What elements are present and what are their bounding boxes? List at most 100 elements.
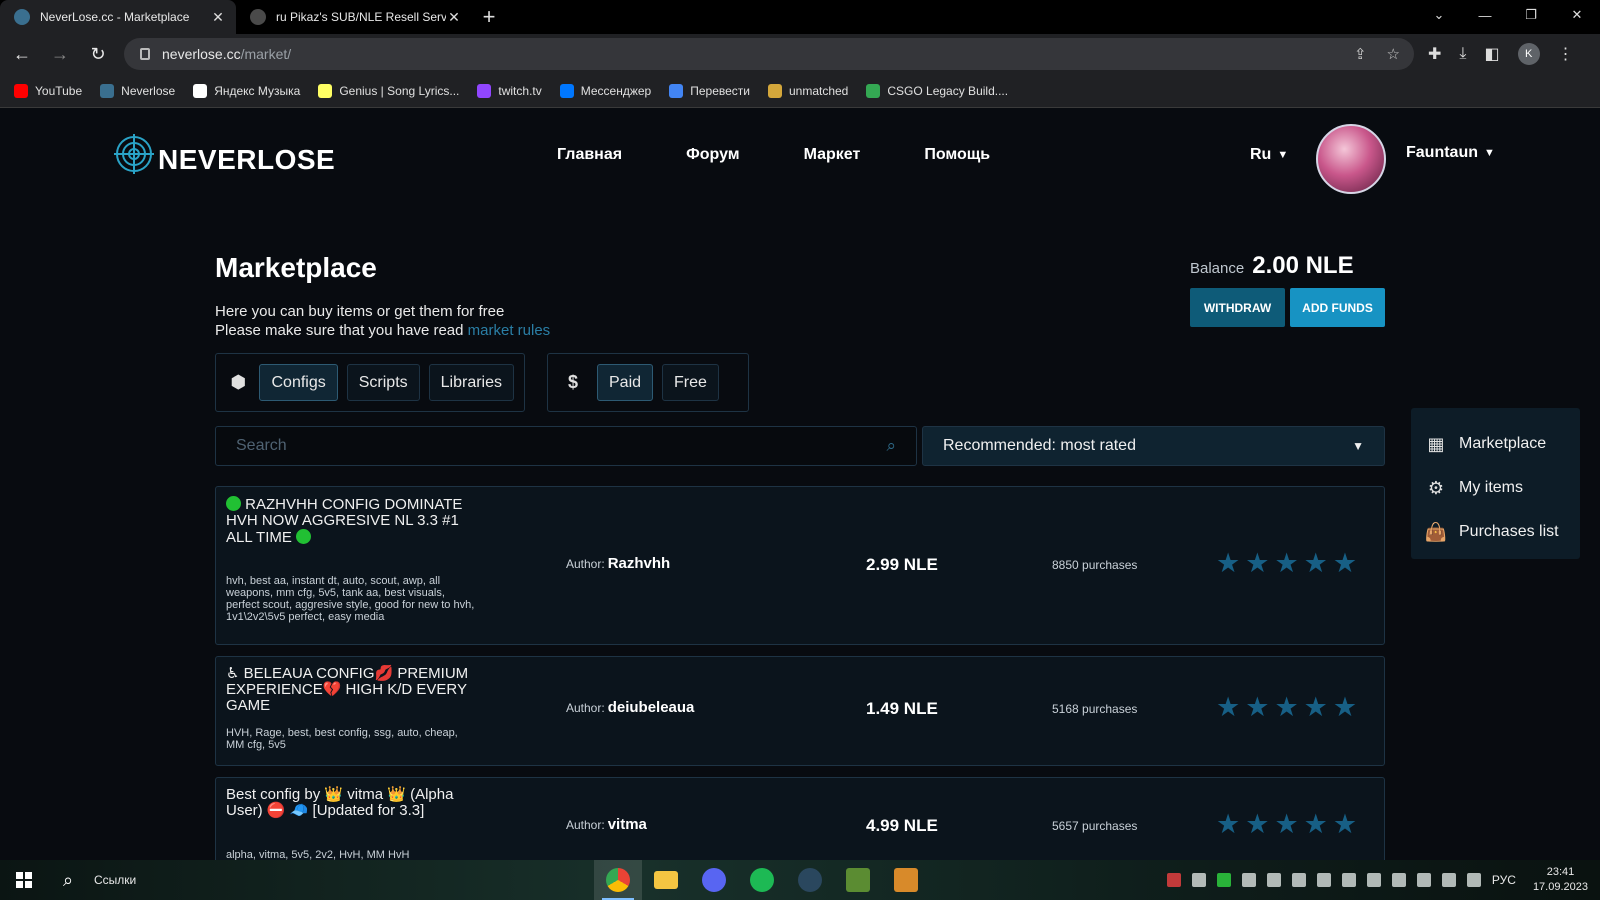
item-price: 2.99 NLE bbox=[866, 555, 938, 574]
nav-forum[interactable]: Форум bbox=[686, 146, 740, 164]
taskbar-steam[interactable] bbox=[786, 860, 834, 900]
add-funds-button[interactable]: ADD FUNDS bbox=[1290, 288, 1385, 327]
tray-app-icon[interactable] bbox=[1166, 873, 1181, 887]
minimize-icon[interactable]: — bbox=[1462, 0, 1508, 30]
start-button[interactable] bbox=[0, 860, 48, 900]
back-icon[interactable]: ← bbox=[6, 38, 38, 70]
tray-battery-icon[interactable] bbox=[1216, 873, 1231, 887]
user-menu[interactable]: Fauntaun ▼ bbox=[1406, 144, 1495, 162]
taskbar-search-label[interactable]: Ссылки bbox=[94, 873, 594, 887]
discord-icon bbox=[702, 868, 726, 892]
author-name[interactable]: deiubeleaua bbox=[608, 699, 695, 716]
bookmark-twitch[interactable]: twitch.tv bbox=[477, 83, 542, 98]
browser-tab[interactable]: ru Pikaz's SUB/NLE Resell Service ✕ bbox=[236, 0, 472, 34]
filter-scripts[interactable]: Scripts bbox=[346, 364, 420, 401]
market-item[interactable]: ♿ BELEAUA CONFIG💋 PREMIUM EXPERIENCE💔 HI… bbox=[215, 656, 1385, 766]
nav-help[interactable]: Помощь bbox=[924, 146, 990, 164]
bookmark-genius[interactable]: Genius | Song Lyrics... bbox=[318, 83, 459, 98]
taskbar-discord[interactable] bbox=[690, 860, 738, 900]
tray-app-icon[interactable] bbox=[1416, 873, 1431, 887]
neverlose-logo[interactable]: NEVERLOSE bbox=[114, 132, 335, 176]
item-title[interactable]: Best config by 👑 vitma 👑 (Alpha User) ⛔ … bbox=[226, 787, 476, 819]
menu-kebab-icon[interactable]: ⋮ bbox=[1558, 44, 1574, 64]
nav-home[interactable]: Главная bbox=[557, 146, 622, 164]
folder-icon bbox=[654, 871, 678, 889]
close-window-icon[interactable]: ✕ bbox=[1554, 0, 1600, 30]
balance-label: Balance bbox=[1190, 260, 1245, 277]
forward-icon[interactable]: → bbox=[44, 38, 76, 70]
item-price: 1.49 NLE bbox=[866, 699, 938, 718]
bookmark-youtube[interactable]: YouTube bbox=[14, 83, 82, 98]
author-name[interactable]: vitma bbox=[608, 816, 647, 833]
address-bar[interactable]: neverlose.cc/market/ ⇪ ☆ bbox=[124, 38, 1414, 70]
browser-tab-active[interactable]: NeverLose.cc - Marketplace ✕ bbox=[0, 0, 236, 34]
taskbar-csgo[interactable] bbox=[882, 860, 930, 900]
microphone-icon[interactable] bbox=[1366, 873, 1381, 887]
spotify-icon bbox=[750, 868, 774, 892]
tray-app-icon[interactable] bbox=[1241, 873, 1256, 887]
taskbar-minecraft[interactable] bbox=[834, 860, 882, 900]
reload-icon[interactable]: ↻ bbox=[82, 38, 114, 70]
sidemenu-purchases-list[interactable]: 👜 Purchases list bbox=[1425, 510, 1566, 554]
extensions-puzzle-icon[interactable]: ✚ bbox=[1428, 44, 1441, 64]
filter-configs[interactable]: Configs bbox=[259, 364, 338, 401]
tab-close-icon[interactable]: ✕ bbox=[210, 9, 226, 26]
side-panel-icon[interactable]: ◧ bbox=[1484, 44, 1499, 64]
tab-search-icon[interactable]: ⌄ bbox=[1416, 0, 1462, 30]
volume-icon[interactable] bbox=[1441, 873, 1456, 887]
nav-market[interactable]: Маркет bbox=[804, 146, 861, 164]
tray-steam-icon[interactable] bbox=[1266, 873, 1281, 887]
tray-app-icon[interactable] bbox=[1391, 873, 1406, 887]
windows-logo-icon bbox=[16, 872, 32, 888]
taskbar-spotify[interactable] bbox=[738, 860, 786, 900]
bookmark-neverlose[interactable]: Neverlose bbox=[100, 83, 175, 98]
item-author: Author: vitma bbox=[566, 816, 647, 833]
market-rules-link[interactable]: market rules bbox=[468, 322, 551, 339]
market-item[interactable]: RAZHVHH CONFIG DOMINATE HVH NOW AGGRESIV… bbox=[215, 486, 1385, 645]
filter-free[interactable]: Free bbox=[662, 364, 719, 401]
tray-app-icon[interactable] bbox=[1341, 873, 1356, 887]
filter-libraries[interactable]: Libraries bbox=[428, 364, 514, 401]
bookmark-vk-messenger[interactable]: Мессенджер bbox=[559, 83, 651, 98]
share-icon[interactable]: ⇪ bbox=[1354, 45, 1367, 63]
user-avatar[interactable] bbox=[1316, 124, 1386, 194]
main-nav: Главная Форум Маркет Помощь bbox=[557, 146, 990, 164]
author-name[interactable]: Razhvhh bbox=[608, 555, 671, 572]
search-icon[interactable]: ⌕ bbox=[48, 870, 88, 891]
bookmark-translate[interactable]: Перевести bbox=[669, 83, 750, 98]
item-title[interactable]: ♿ BELEAUA CONFIG💋 PREMIUM EXPERIENCE💔 HI… bbox=[226, 666, 476, 714]
language-selector[interactable]: Ru ▼ bbox=[1250, 146, 1288, 164]
search-icon[interactable]: ⌕ bbox=[886, 436, 896, 456]
download-icon[interactable]: ⤓ bbox=[1459, 45, 1466, 63]
search-input[interactable]: Search ⌕ bbox=[215, 426, 917, 466]
bookmark-unmatched[interactable]: unmatched bbox=[767, 83, 848, 98]
tab-close-icon[interactable]: ✕ bbox=[446, 9, 462, 26]
sidemenu-marketplace[interactable]: ▦ Marketplace bbox=[1425, 422, 1566, 466]
lock-icon[interactable] bbox=[140, 48, 150, 60]
clock[interactable]: 23:41 17.09.2023 bbox=[1533, 865, 1588, 895]
new-tab-button[interactable]: + bbox=[472, 0, 506, 34]
input-language[interactable]: РУС bbox=[1492, 873, 1516, 887]
withdraw-button[interactable]: WITHDRAW bbox=[1190, 288, 1285, 327]
filter-paid[interactable]: Paid bbox=[597, 364, 654, 401]
type-filter-group: ⬢ Configs Scripts Libraries bbox=[215, 353, 525, 412]
market-item[interactable]: Best config by 👑 vitma 👑 (Alpha User) ⛔ … bbox=[215, 777, 1385, 860]
bookmark-yandex-music[interactable]: Яндекс Музыка bbox=[193, 83, 300, 98]
windows-taskbar: ⌕ Ссылки РУС 23:41 17.09.2023 bbox=[0, 860, 1600, 900]
bookmark-csgo-legacy[interactable]: CSGO Legacy Build.... bbox=[866, 83, 1008, 98]
cube-icon: ⬢ bbox=[230, 372, 247, 392]
sort-dropdown[interactable]: Recommended: most rated ▼ bbox=[922, 426, 1385, 466]
taskbar-apps bbox=[594, 860, 930, 900]
taskbar-explorer[interactable] bbox=[642, 860, 690, 900]
taskbar-chrome[interactable] bbox=[594, 860, 642, 900]
chevron-down-icon: ▼ bbox=[1277, 149, 1289, 161]
wifi-icon[interactable] bbox=[1466, 873, 1481, 887]
restore-icon[interactable]: ❐ bbox=[1508, 0, 1554, 30]
tray-app-icon[interactable] bbox=[1316, 873, 1331, 887]
item-title[interactable]: RAZHVHH CONFIG DOMINATE HVH NOW AGGRESIV… bbox=[226, 496, 476, 546]
bookmark-star-icon[interactable]: ☆ bbox=[1387, 45, 1400, 63]
tray-app-icon[interactable] bbox=[1291, 873, 1306, 887]
tray-discord-icon[interactable] bbox=[1191, 873, 1206, 887]
profile-avatar[interactable]: K bbox=[1517, 43, 1540, 65]
sidemenu-my-items[interactable]: ⚙ My items bbox=[1425, 466, 1566, 510]
